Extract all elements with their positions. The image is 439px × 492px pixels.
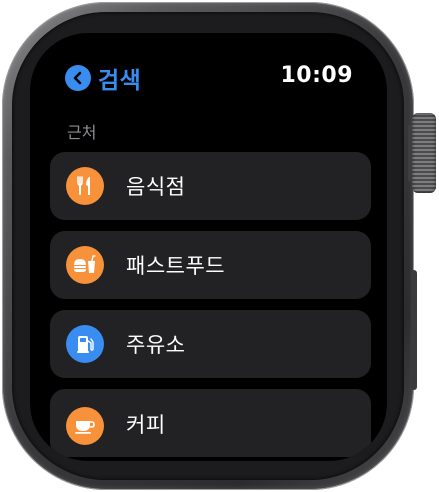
category-label: 커피	[126, 413, 166, 437]
watch-screen: 검색 10:09 근처 음식점 패스트푸드 주유소 커피	[30, 33, 387, 461]
back-label: 검색	[98, 68, 142, 94]
apple-watch-mockup: 검색 10:09 근처 음식점 패스트푸드 주유소 커피	[0, 0, 439, 492]
chevron-left-icon	[65, 65, 91, 91]
coffee-cup-icon	[66, 407, 104, 445]
category-row-restaurant[interactable]: 음식점	[50, 152, 371, 220]
fuel-pump-icon	[66, 325, 104, 363]
digital-crown[interactable]	[412, 113, 436, 193]
burger-drink-icon	[66, 246, 104, 284]
category-row-coffee[interactable]: 커피	[50, 389, 371, 457]
category-label: 패스트푸드	[126, 254, 226, 278]
category-row-gas-station[interactable]: 주유소	[50, 310, 371, 378]
side-button[interactable]	[411, 270, 417, 390]
fork-knife-icon	[66, 167, 104, 205]
category-label: 음식점	[126, 175, 186, 199]
category-row-fast-food[interactable]: 패스트푸드	[50, 231, 371, 299]
category-label: 주유소	[126, 333, 186, 357]
back-button[interactable]: 검색	[65, 61, 141, 95]
clock-time: 10:09	[280, 63, 353, 88]
section-title: 근처	[67, 123, 97, 142]
